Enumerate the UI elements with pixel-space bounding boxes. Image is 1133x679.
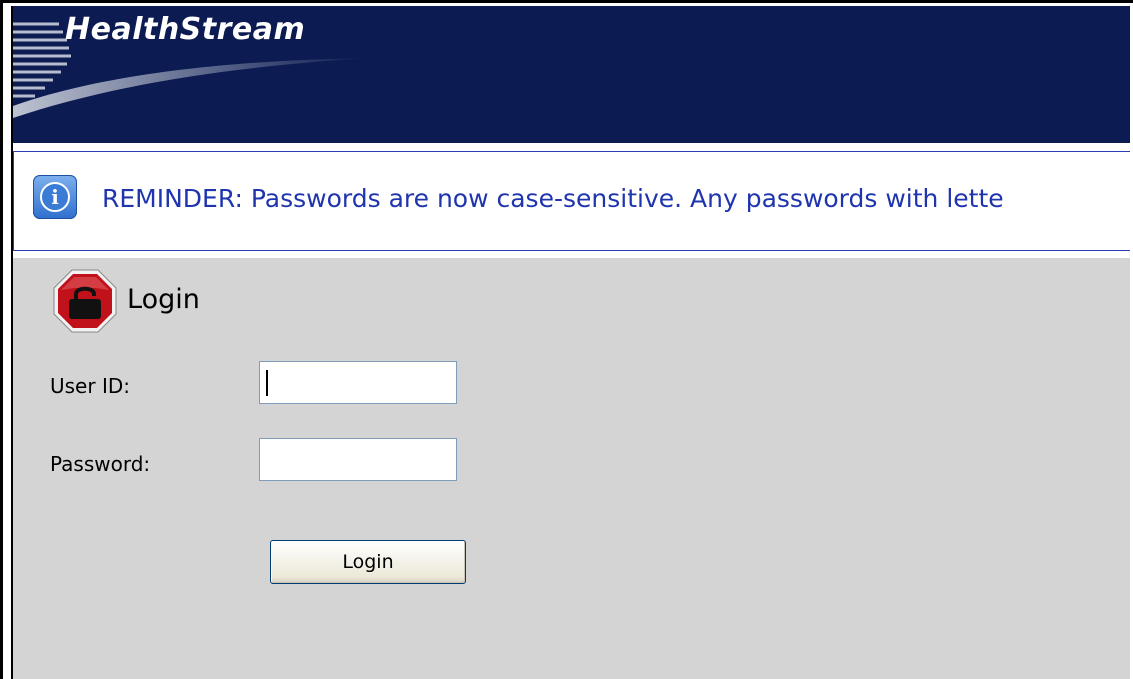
login-button[interactable]: Login — [270, 540, 466, 584]
reminder-message: REMINDER: Passwords are now case-sensiti… — [102, 184, 1004, 213]
user-id-label: User ID: — [50, 374, 130, 398]
padlock-stop-icon — [53, 269, 117, 333]
user-id-input[interactable] — [259, 361, 457, 404]
reminder-banner: i REMINDER: Passwords are now case-sensi… — [13, 151, 1130, 251]
info-icon: i — [33, 175, 77, 219]
brand-logo: HealthStream — [65, 12, 306, 47]
text-cursor — [266, 370, 268, 396]
password-label: Password: — [50, 452, 151, 476]
banner-divider — [13, 251, 1130, 258]
page-content: HealthStream i REMINDER: Passwords are n… — [11, 6, 1130, 679]
login-title: Login — [127, 284, 200, 315]
password-input[interactable] — [259, 438, 457, 481]
browser-frame: HealthStream i REMINDER: Passwords are n… — [0, 0, 1133, 679]
site-header: HealthStream — [13, 6, 1130, 143]
header-divider — [13, 143, 1130, 151]
